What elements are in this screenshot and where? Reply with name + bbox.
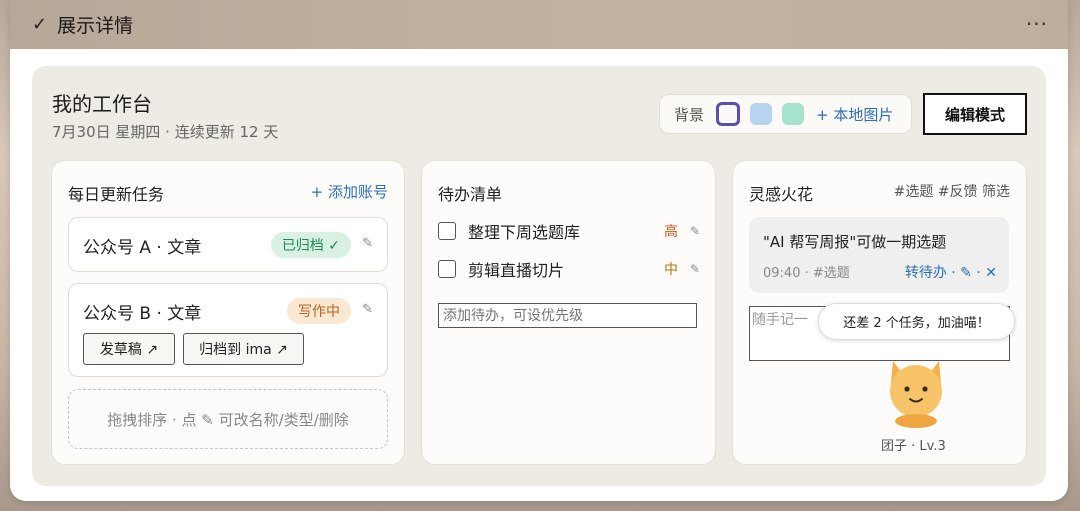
- pet-name: 团子 · Lv.3: [881, 439, 946, 454]
- swatch-blue[interactable]: [750, 103, 773, 125]
- ideas-title: 灵感火花: [749, 185, 814, 204]
- todo-checkbox[interactable]: [438, 222, 456, 240]
- todo-panel: 待办清单 整理下周选题库 高 ✎ 剪辑直播切片 中 ✎: [421, 160, 716, 465]
- swatch-white[interactable]: [716, 102, 741, 126]
- topbar: ✓ 展示详情 ···: [10, 0, 1068, 49]
- edit-pencil-icon[interactable]: ✎: [690, 224, 700, 238]
- todo-title: 待办清单: [438, 185, 503, 204]
- edit-mode-button[interactable]: 编辑模式: [923, 93, 1027, 135]
- cat-mascot-icon[interactable]: [885, 355, 947, 431]
- todo-item: 剪辑直播切片 中 ✎: [438, 257, 700, 281]
- priority-label: 中: [663, 262, 678, 278]
- idea-text: "AI 帮写周报"可做一期选题: [763, 233, 947, 251]
- drag-sort-hint: 拖拽排序 · 点 ✎ 可改名称/类型/删除: [68, 389, 388, 449]
- idea-card: "AI 帮写周报"可做一期选题 09:40 · #选题 转待办 · ✎ · ✕: [749, 217, 1009, 293]
- background-selector: 背景 + 本地图片: [659, 94, 912, 134]
- idea-actions[interactable]: 转待办 · ✎ · ✕: [905, 262, 997, 282]
- chevron-down-icon[interactable]: ✓: [32, 14, 47, 35]
- archive-to-ima-button[interactable]: 归档到 ima ↗: [183, 333, 304, 365]
- task-name: 公众号 A · 文章: [83, 238, 202, 258]
- page-title: 我的工作台: [52, 92, 152, 116]
- task-card[interactable]: 公众号 A · 文章 已归档 ✓ ✎: [68, 217, 388, 272]
- pet-speech-bubble: 还差 2 个任务，加油喵！: [818, 303, 1015, 340]
- ideas-panel: 灵感火花 #选题 #反馈 筛选 "AI 帮写周报"可做一期选题 09:40 · …: [732, 160, 1027, 465]
- idea-tag-filters[interactable]: #选题 #反馈 筛选: [894, 181, 1010, 201]
- workspace-board: 我的工作台 7月30日 星期四 · 连续更新 12 天 背景 + 本地图片 编辑…: [32, 66, 1046, 486]
- task-card[interactable]: 公众号 B · 文章 写作中 ✎ 发草稿 ↗ 归档到 ima ↗: [68, 283, 388, 377]
- todo-text: 剪辑直播切片: [468, 261, 565, 280]
- send-draft-button[interactable]: 发草稿 ↗: [83, 333, 175, 365]
- add-todo-input[interactable]: [438, 303, 697, 328]
- note-placeholder: 随手记一: [752, 312, 808, 328]
- local-image-link[interactable]: + 本地图片: [816, 104, 893, 125]
- page-subtitle: 7月30日 星期四 · 连续更新 12 天: [52, 123, 279, 141]
- edit-pencil-icon[interactable]: ✎: [690, 262, 700, 276]
- app-window: ✓ 展示详情 ··· 我的工作台 7月30日 星期四 · 连续更新 12 天 背…: [10, 0, 1068, 501]
- priority-label: 高: [663, 224, 678, 240]
- daily-tasks-panel: 每日更新任务 + 添加账号 公众号 A · 文章 已归档 ✓ ✎ 公众号 B ·…: [51, 160, 405, 465]
- todo-text: 整理下周选题库: [468, 223, 581, 242]
- status-badge: 写作中: [287, 298, 351, 324]
- swatch-green[interactable]: [782, 103, 805, 125]
- edit-pencil-icon[interactable]: ✎: [362, 302, 373, 317]
- background-label: 背景: [674, 105, 705, 124]
- task-name: 公众号 B · 文章: [83, 304, 202, 324]
- edit-pencil-icon[interactable]: ✎: [362, 236, 373, 251]
- topbar-title[interactable]: 展示详情: [57, 11, 133, 38]
- todo-item: 整理下周选题库 高 ✎: [438, 219, 700, 243]
- add-account-link[interactable]: + 添加账号: [311, 181, 388, 202]
- status-badge: 已归档 ✓: [270, 232, 351, 258]
- todo-checkbox[interactable]: [438, 260, 456, 278]
- more-icon[interactable]: ···: [1026, 12, 1048, 36]
- idea-meta: 09:40 · #选题: [763, 266, 850, 281]
- daily-tasks-title: 每日更新任务: [68, 185, 165, 204]
